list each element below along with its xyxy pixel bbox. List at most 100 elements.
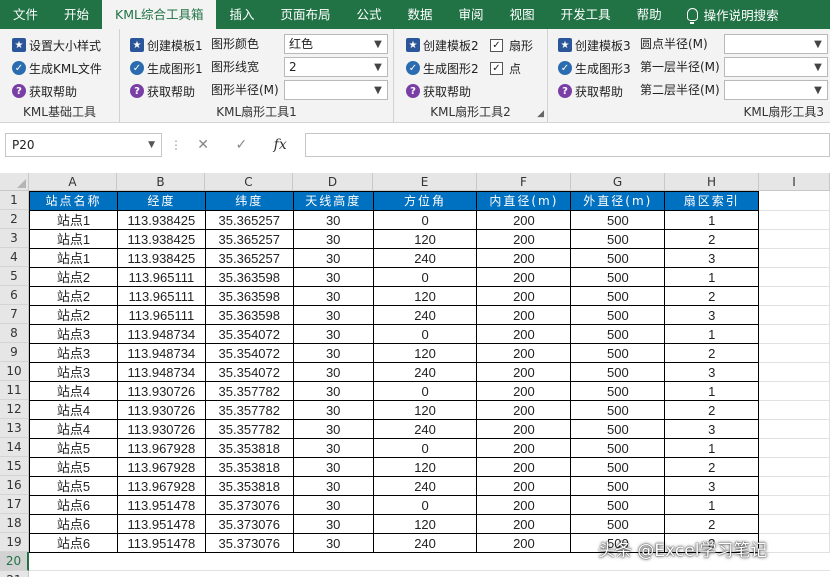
table-cell[interactable]: 1 (664, 381, 760, 401)
table-cell[interactable]: 35.357782 (204, 419, 294, 439)
table-cell[interactable]: 30 (292, 381, 374, 401)
enter-check-icon[interactable]: ✓ (235, 137, 247, 153)
row-header-3[interactable]: 3 (0, 229, 29, 248)
table-cell[interactable]: 200 (476, 343, 572, 363)
table-cell[interactable]: 200 (476, 362, 572, 382)
empty-cell[interactable] (758, 438, 830, 458)
table-cell[interactable]: 113.951478 (116, 533, 206, 553)
sector-checkbox[interactable]: ✓ 扇形 (490, 35, 533, 55)
table-cell[interactable]: 30 (292, 495, 374, 515)
table-cell[interactable]: 200 (476, 305, 572, 325)
row-header-15[interactable]: 15 (0, 457, 29, 476)
table-cell[interactable]: 2 (664, 514, 760, 534)
table-cell[interactable]: 500 (570, 495, 666, 515)
table-cell[interactable]: 35.363598 (204, 286, 294, 306)
empty-cell[interactable] (758, 191, 830, 211)
get-help-button-2[interactable]: ? 获取帮助 (130, 81, 195, 101)
header-cell[interactable]: 方位角 (372, 191, 478, 211)
table-cell[interactable]: 35.353818 (204, 457, 294, 477)
table-cell[interactable]: 500 (570, 438, 666, 458)
table-cell[interactable]: 站点5 (29, 457, 118, 477)
row-header-7[interactable]: 7 (0, 305, 29, 324)
table-cell[interactable]: 113.938425 (116, 229, 206, 249)
row-header-20[interactable]: 20 (0, 552, 29, 571)
header-cell[interactable]: 内直径(m) (476, 191, 572, 211)
table-cell[interactable]: 3 (664, 305, 760, 325)
table-cell[interactable]: 30 (292, 400, 374, 420)
column-header-h[interactable]: H (665, 173, 759, 191)
table-cell[interactable]: 站点1 (29, 210, 118, 230)
table-cell[interactable]: 113.951478 (116, 495, 206, 515)
table-cell[interactable]: 站点2 (29, 286, 118, 306)
table-cell[interactable]: 500 (570, 229, 666, 249)
table-cell[interactable]: 113.948734 (116, 324, 206, 344)
table-cell[interactable]: 站点6 (29, 533, 118, 553)
table-cell[interactable]: 120 (372, 400, 478, 420)
row-header-21[interactable]: 21 (0, 571, 29, 577)
table-cell[interactable]: 30 (292, 248, 374, 268)
table-cell[interactable]: 200 (476, 286, 572, 306)
shape-radius-select[interactable]: ▼ (284, 80, 388, 100)
shape-color-select[interactable]: 红色 ▼ (284, 34, 388, 54)
table-cell[interactable]: 站点1 (29, 229, 118, 249)
header-cell[interactable]: 站点名称 (29, 191, 118, 211)
header-cell[interactable]: 外直径(m) (570, 191, 666, 211)
table-cell[interactable]: 站点2 (29, 267, 118, 287)
table-cell[interactable]: 200 (476, 324, 572, 344)
column-header-i[interactable]: I (759, 173, 830, 191)
table-cell[interactable]: 30 (292, 362, 374, 382)
empty-cell[interactable] (758, 457, 830, 477)
point-checkbox[interactable]: ✓ 点 (490, 58, 521, 78)
table-cell[interactable]: 1 (664, 210, 760, 230)
table-cell[interactable]: 站点4 (29, 419, 118, 439)
tab-page-layout[interactable]: 页面布局 (268, 0, 344, 29)
tab-data[interactable]: 数据 (395, 0, 446, 29)
table-cell[interactable]: 1 (664, 438, 760, 458)
empty-cell[interactable] (758, 286, 830, 306)
table-cell[interactable]: 0 (372, 438, 478, 458)
table-cell[interactable]: 500 (570, 457, 666, 477)
table-cell[interactable]: 35.357782 (204, 400, 294, 420)
generate-shape-1-button[interactable]: ✓ 生成图形1 (130, 58, 203, 78)
get-help-button-1[interactable]: ? 获取帮助 (12, 81, 77, 101)
empty-cell[interactable] (758, 400, 830, 420)
table-cell[interactable]: 35.365257 (204, 229, 294, 249)
table-cell[interactable]: 200 (476, 457, 572, 477)
tab-home[interactable]: 开始 (51, 0, 102, 29)
generate-shape-2-button[interactable]: ✓ 生成图形2 (406, 58, 479, 78)
table-cell[interactable]: 2 (664, 457, 760, 477)
table-cell[interactable]: 200 (476, 514, 572, 534)
get-help-button-4[interactable]: ? 获取帮助 (558, 81, 623, 101)
table-cell[interactable]: 2 (664, 286, 760, 306)
tab-help[interactable]: 帮助 (624, 0, 675, 29)
table-cell[interactable]: 1 (664, 324, 760, 344)
table-cell[interactable]: 站点3 (29, 324, 118, 344)
empty-cell[interactable] (758, 305, 830, 325)
table-cell[interactable]: 200 (476, 476, 572, 496)
table-cell[interactable]: 240 (372, 533, 478, 553)
table-cell[interactable]: 500 (570, 267, 666, 287)
table-cell[interactable]: 35.365257 (204, 248, 294, 268)
row-header-6[interactable]: 6 (0, 286, 29, 305)
table-cell[interactable]: 200 (476, 267, 572, 287)
table-cell[interactable]: 站点5 (29, 476, 118, 496)
empty-cell[interactable] (758, 343, 830, 363)
table-cell[interactable]: 35.373076 (204, 533, 294, 553)
create-template-3-button[interactable]: ★ 创建模板3 (558, 35, 631, 55)
table-cell[interactable]: 500 (570, 343, 666, 363)
table-cell[interactable]: 站点1 (29, 248, 118, 268)
table-cell[interactable]: 35.354072 (204, 343, 294, 363)
empty-cell[interactable] (758, 229, 830, 249)
row-header-12[interactable]: 12 (0, 400, 29, 419)
table-cell[interactable]: 35.363598 (204, 267, 294, 287)
table-cell[interactable]: 113.938425 (116, 248, 206, 268)
row-header-1[interactable]: 1 (0, 191, 29, 210)
tab-developer[interactable]: 开发工具 (548, 0, 624, 29)
row-header-8[interactable]: 8 (0, 324, 29, 343)
tab-review[interactable]: 审阅 (446, 0, 497, 29)
column-header-b[interactable]: B (117, 173, 205, 191)
select-all-button[interactable] (0, 173, 29, 191)
table-cell[interactable]: 240 (372, 362, 478, 382)
empty-cell[interactable] (758, 495, 830, 515)
row-header-2[interactable]: 2 (0, 210, 29, 229)
